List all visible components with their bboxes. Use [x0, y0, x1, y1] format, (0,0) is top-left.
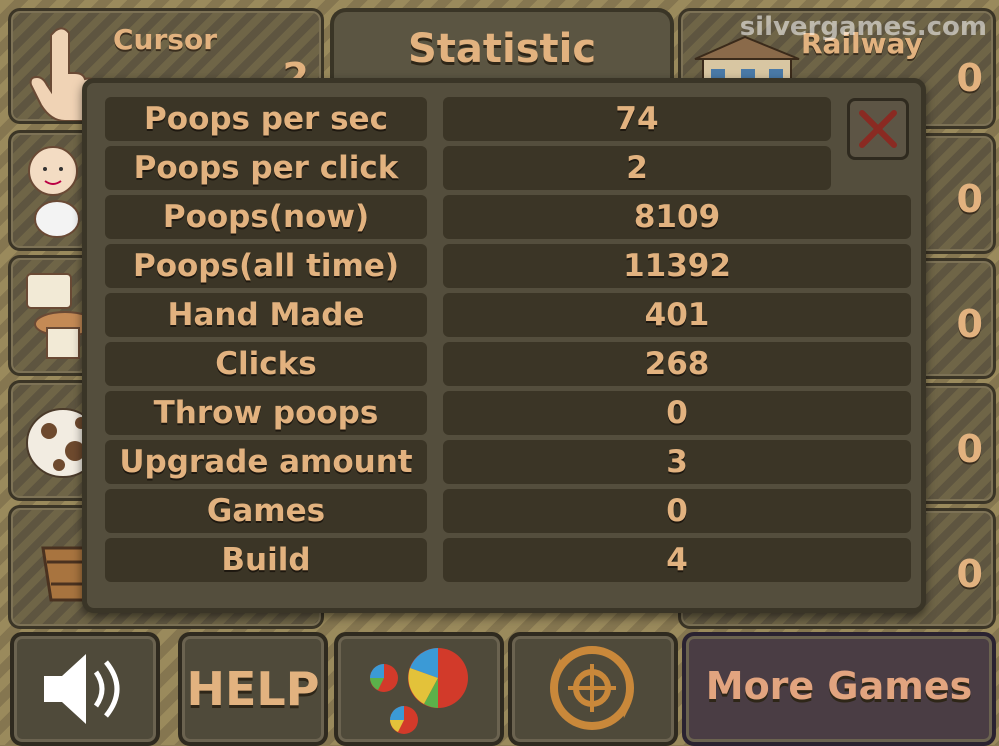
tile-count-railway: 0: [956, 56, 983, 100]
stat-row-build: Build 4: [105, 538, 925, 582]
stat-row-games: Games 0: [105, 489, 925, 533]
stat-label: Clicks: [105, 342, 427, 386]
statistics-panel: Poops per sec 74 Poops per click 2 Poops…: [82, 78, 926, 613]
more-games-button[interactable]: More Games: [682, 632, 996, 746]
stat-value: 2: [443, 146, 831, 190]
stat-row-poops-all-time: Poops(all time) 11392: [105, 244, 925, 288]
stat-value: 3: [443, 440, 911, 484]
statistic-title: Statistic: [407, 26, 597, 72]
tile-count-right-4: 0: [956, 427, 983, 471]
tile-count-right-3: 0: [956, 302, 983, 346]
stat-row-poops-now: Poops(now) 8109: [105, 195, 925, 239]
stat-value: 401: [443, 293, 911, 337]
stat-value: 74: [443, 97, 831, 141]
help-button[interactable]: HELP: [178, 632, 328, 746]
speaker-icon: [44, 654, 120, 724]
stat-label: Poops(all time): [105, 244, 427, 288]
stat-row-upgrade-amount: Upgrade amount 3: [105, 440, 925, 484]
stat-label: Games: [105, 489, 427, 533]
stat-value: 11392: [443, 244, 911, 288]
stat-row-throw-poops: Throw poops 0: [105, 391, 925, 435]
stat-value: 8109: [443, 195, 911, 239]
sound-button[interactable]: [10, 632, 160, 746]
stat-label: Build: [105, 538, 427, 582]
stat-value: 268: [443, 342, 911, 386]
more-games-label: More Games: [705, 664, 973, 708]
stat-row-poops-per-sec: Poops per sec 74: [105, 97, 925, 141]
stat-value: 4: [443, 538, 911, 582]
stat-value: 0: [443, 489, 911, 533]
site-watermark: silvergames.com: [739, 12, 987, 42]
stat-row-clicks: Clicks 268: [105, 342, 925, 386]
reset-button[interactable]: [508, 632, 678, 746]
stat-row-poops-per-click: Poops per click 2: [105, 146, 925, 190]
pie-charts-icon: [370, 648, 468, 734]
tile-count-right-2: 0: [956, 177, 983, 221]
stat-row-hand-made: Hand Made 401: [105, 293, 925, 337]
refresh-target-icon: [550, 646, 634, 730]
tile-name-cursor: Cursor: [113, 23, 218, 56]
stat-label: Poops per sec: [105, 97, 427, 141]
stat-label: Upgrade amount: [105, 440, 427, 484]
stat-label: Hand Made: [105, 293, 427, 337]
help-label: HELP: [186, 662, 320, 716]
tile-count-right-5: 0: [956, 552, 983, 596]
stat-label: Poops per click: [105, 146, 427, 190]
stat-label: Poops(now): [105, 195, 427, 239]
stat-value: 0: [443, 391, 911, 435]
statistics-button[interactable]: [334, 632, 504, 746]
stat-label: Throw poops: [105, 391, 427, 435]
